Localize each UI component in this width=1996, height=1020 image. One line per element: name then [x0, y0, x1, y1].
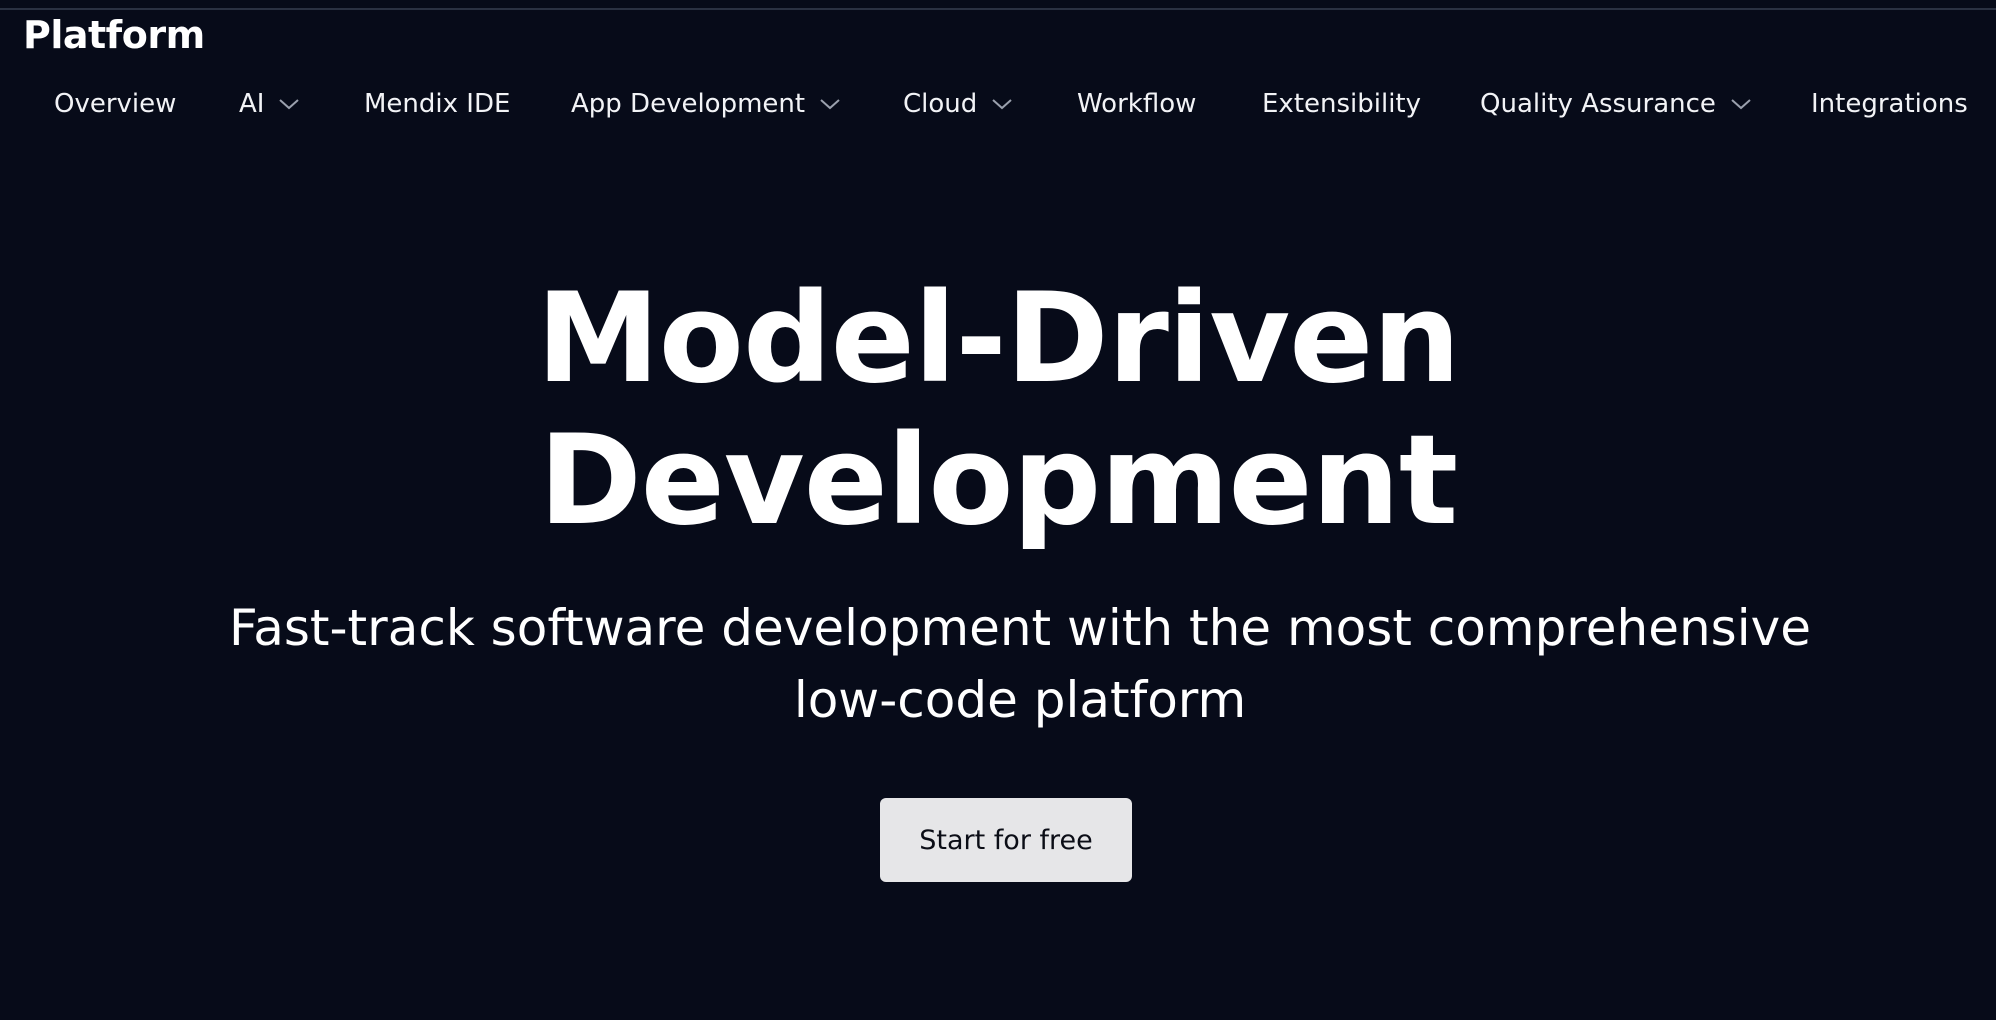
hero-title: Model-Driven Development: [0, 268, 1996, 552]
nav-item-label: Cloud: [903, 89, 978, 119]
hero-title-line: Model-Driven: [536, 267, 1460, 411]
hero-subtitle-line: low-code platform: [793, 671, 1247, 729]
hero-subtitle-line: Fast-track software development with the…: [229, 599, 1811, 657]
nav-item-label: Extensibility: [1262, 89, 1422, 119]
chevron-down-icon: [991, 97, 1013, 111]
platform-nav: Overview AI Mendix IDE App Development C…: [0, 80, 1996, 128]
nav-item-extensibility[interactable]: Extensibility: [1262, 80, 1421, 128]
nav-item-workflow[interactable]: Workflow: [1077, 80, 1196, 128]
hero-subtitle: Fast-track software development with the…: [150, 592, 1890, 736]
chevron-down-icon: [1730, 97, 1752, 111]
nav-item-overview[interactable]: Overview: [54, 80, 176, 128]
nav-item-label: Overview: [54, 89, 177, 119]
nav-item-app-development[interactable]: App Development: [571, 80, 841, 128]
nav-item-label: Workflow: [1077, 89, 1197, 119]
nav-item-mendix-ide[interactable]: Mendix IDE: [364, 80, 510, 128]
chevron-down-icon: [819, 97, 841, 111]
nav-item-label: Mendix IDE: [364, 89, 511, 119]
chevron-down-icon: [278, 97, 300, 111]
top-divider: [0, 8, 1996, 10]
nav-item-quality-assurance[interactable]: Quality Assurance: [1480, 80, 1752, 128]
nav-item-integrations[interactable]: Integrations: [1811, 80, 1968, 128]
start-for-free-button[interactable]: Start for free: [880, 798, 1132, 882]
page: Platform Overview AI Mendix IDE App Deve…: [0, 0, 1996, 1020]
nav-item-cloud[interactable]: Cloud: [903, 80, 1013, 128]
nav-item-label: AI: [239, 89, 265, 119]
nav-item-label: App Development: [571, 89, 806, 119]
nav-item-ai[interactable]: AI: [239, 80, 300, 128]
nav-item-label: Integrations: [1811, 89, 1968, 119]
page-title: Platform: [23, 13, 205, 57]
nav-item-label: Quality Assurance: [1480, 89, 1716, 119]
hero-title-line: Development: [538, 409, 1458, 553]
